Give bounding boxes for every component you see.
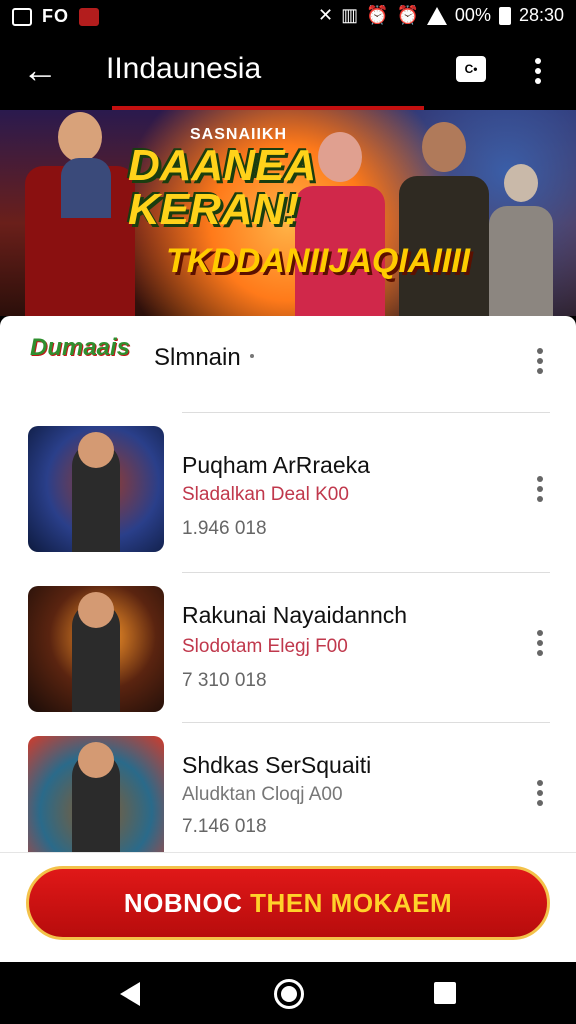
notification-icon <box>79 7 99 26</box>
banner-character-5 <box>486 164 556 316</box>
game-subtitle: Slodotam Elegj F00 <box>182 636 348 657</box>
status-left-text: FO <box>42 6 69 26</box>
game-title[interactable]: Shdkas SerSquaiti <box>182 752 371 779</box>
game-thumbnail[interactable] <box>28 736 164 862</box>
section-logo: Dumaais <box>30 334 131 361</box>
alarm-icon: ⏰ <box>396 5 419 25</box>
clock: 28:30 <box>518 5 564 25</box>
game-meta: 1.946 018 <box>182 518 267 539</box>
page-title: IIndaunesia <box>106 52 262 85</box>
banner-headline: DAANEA KERAN! <box>128 144 316 232</box>
back-arrow-icon[interactable]: ← <box>22 52 62 92</box>
vibrate-icon: ▥ <box>341 5 359 25</box>
hero-banner[interactable]: SASNAIIKH DAANEA KERAN! TKDDANIIJAQIAIII… <box>0 110 576 316</box>
item-more-icon[interactable] <box>536 780 544 808</box>
alarm-icon: ⏰ <box>366 5 389 25</box>
game-title[interactable]: Puqham ArRraeka <box>182 452 370 479</box>
nav-home-icon[interactable] <box>274 979 304 1009</box>
banner-headline-line1: DAANEA <box>128 141 317 190</box>
cta-label-part1: NOBNOC <box>123 888 251 918</box>
divider <box>182 412 550 413</box>
status-bar: FO ✕ ▥ ⏰ ⏰ 00% 28:30 <box>0 0 576 32</box>
item-more-icon[interactable] <box>536 630 544 658</box>
battery-icon <box>498 6 511 25</box>
game-meta: 7 310 018 <box>182 670 267 691</box>
game-thumbnail[interactable] <box>28 426 164 552</box>
banner-character-4 <box>396 122 492 316</box>
cta-label-part2: THEN MOKAEM <box>250 888 453 918</box>
chat-icon[interactable]: C• <box>456 56 486 82</box>
battery-percent: 00% <box>454 5 491 25</box>
item-more-icon[interactable] <box>536 476 544 504</box>
mute-icon: ✕ <box>317 5 334 25</box>
banner-character-2 <box>56 120 116 218</box>
wifi-icon <box>426 6 447 25</box>
game-subtitle: Sladalkan Deal K00 <box>182 484 349 505</box>
game-title[interactable]: Rakunai Nayaidannch <box>182 602 407 629</box>
divider <box>182 572 550 573</box>
nav-recents-icon[interactable] <box>434 982 456 1004</box>
cta-button[interactable]: NOBNOC THEN MOKAEM <box>26 866 550 940</box>
game-thumbnail[interactable] <box>28 586 164 712</box>
more-vert-icon[interactable] <box>528 54 548 90</box>
banner-subtitle: TKDDANIIJAQIAIIII <box>166 242 471 280</box>
banner-headline-line2: KERAN! <box>128 185 300 234</box>
game-meta: 7.146 018 <box>182 816 267 837</box>
game-subtitle: Aludktan Cloqj A00 <box>182 784 343 805</box>
section-dot <box>250 354 254 358</box>
section-more-icon[interactable] <box>536 348 544 376</box>
divider <box>182 722 550 723</box>
nav-back-icon[interactable] <box>120 982 140 1006</box>
photo-icon <box>12 7 32 26</box>
app-bar: ← IIndaunesia C• <box>0 32 576 110</box>
section-title: Slmnain <box>154 344 241 371</box>
system-nav-bar <box>0 962 576 1024</box>
